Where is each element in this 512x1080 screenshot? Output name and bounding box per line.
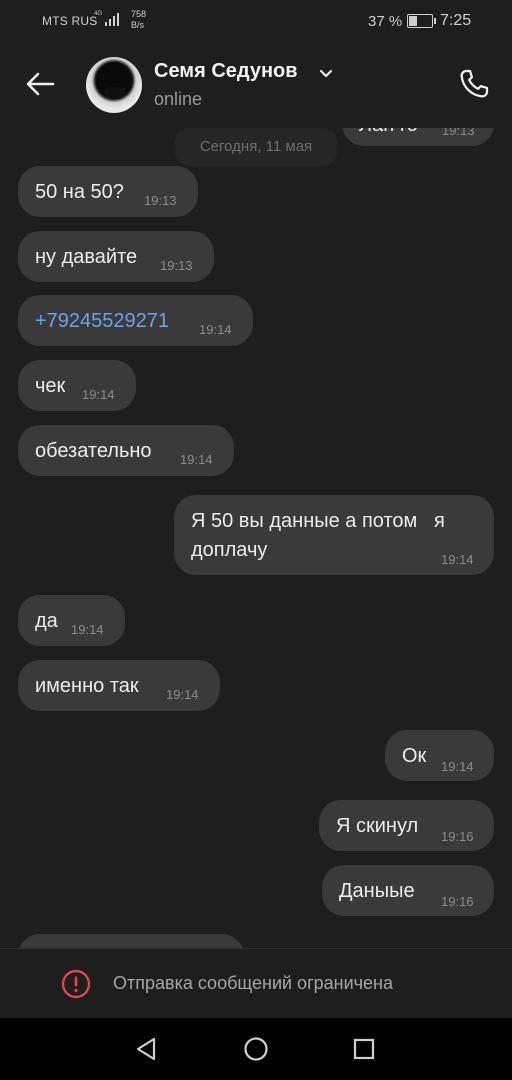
carrier-label: MTS RUS — [42, 14, 98, 28]
message-bubble-incoming[interactable]: ну давайте 19:13 — [18, 231, 214, 282]
contact-status: online — [154, 89, 203, 109]
message-text: обезательно — [35, 440, 152, 462]
triangle-back-icon — [136, 1037, 156, 1061]
message-bubble-incoming[interactable]: да 19:14 — [18, 595, 125, 646]
message-time: 19:16 — [441, 829, 474, 844]
restriction-text: Отправка сообщений ограничена — [113, 973, 393, 993]
message-text: ну давайте — [35, 246, 138, 268]
contact-name[interactable]: Семя Седунов — [154, 60, 298, 83]
message-time: 19:14 — [180, 452, 213, 467]
back-arrow-icon — [26, 72, 55, 96]
battery-percent: 37 % — [368, 13, 403, 30]
message-bubble-incoming[interactable]: именно так 19:14 — [18, 660, 220, 711]
message-time: 19:14 — [82, 387, 115, 402]
status-bar: MTS RUS 4G 758 B/s 37 % 7:25 — [0, 0, 512, 44]
message-bubble-outgoing[interactable]: Я 50 вы данные а потом я доплачу 19:14 — [174, 495, 494, 575]
nav-recents-button[interactable] — [349, 1034, 379, 1064]
message-list[interactable]: Лан го 19:13 Сегодня, 11 мая 50 на 50? 1… — [0, 128, 512, 948]
network-speed-value: 758 — [131, 9, 147, 19]
nav-home-button[interactable] — [241, 1034, 271, 1064]
chevron-down-icon[interactable] — [318, 66, 334, 82]
message-text-line-2: доплачу — [191, 539, 268, 561]
message-time: 19:16 — [441, 894, 474, 909]
clock: 7:25 — [440, 12, 472, 29]
message-text: чек — [35, 375, 66, 397]
square-recents-icon — [353, 1038, 375, 1060]
message-text: да — [35, 610, 58, 632]
message-text-line-1: Я 50 вы данные а потом я — [191, 510, 445, 532]
message-bubble-outgoing[interactable]: Я скинул 19:16 — [319, 800, 494, 851]
message-time: 19:14 — [441, 759, 474, 774]
message-time: 19:13 — [144, 193, 177, 208]
message-time: 19:14 — [71, 622, 104, 637]
message-bubble-outgoing[interactable]: Лан го 19:13 — [342, 128, 494, 146]
network-speed: 758 B/s — [131, 9, 146, 31]
phone-icon — [460, 69, 489, 98]
message-time: 19:13 — [160, 258, 193, 273]
message-bubble-outgoing[interactable]: Даныые 19:16 — [322, 865, 494, 916]
message-text: 50 на 50? — [35, 181, 124, 203]
message-text: Ок — [402, 745, 427, 767]
date-separator: Сегодня, 11 мая — [175, 128, 337, 166]
message-text: Я скинул — [336, 815, 419, 837]
battery-icon — [407, 14, 436, 28]
chat-header: Семя Седунов online — [0, 44, 512, 128]
message-bubble-incoming[interactable]: обезательно 19:14 — [18, 425, 234, 476]
network-type: 4G — [94, 11, 103, 17]
circle-home-icon — [244, 1037, 268, 1061]
message-time: 19:13 — [442, 128, 475, 138]
message-bubble-incoming[interactable]: чек 19:14 — [18, 360, 136, 411]
message-bubble-incoming[interactable]: +79245529271 19:14 — [18, 295, 253, 346]
system-nav-bar — [0, 1018, 512, 1080]
message-bubble-outgoing[interactable]: Ок 19:14 — [385, 730, 494, 781]
call-button[interactable] — [454, 64, 494, 104]
message-bubble-incoming[interactable]: 50 на 50? 19:13 — [18, 166, 198, 217]
back-button[interactable] — [18, 62, 62, 106]
phone-number-link[interactable]: +79245529271 — [35, 310, 169, 333]
messaging-restricted-bar: Отправка сообщений ограничена — [0, 948, 512, 1019]
avatar[interactable] — [86, 57, 142, 113]
message-text: именно так — [35, 675, 139, 697]
message-text: Даныые — [339, 880, 415, 902]
message-time: 19:14 — [166, 687, 199, 702]
warning-circle-icon — [61, 969, 91, 999]
network-speed-unit: B/s — [131, 20, 145, 30]
message-bubble-incoming[interactable] — [18, 934, 244, 948]
nav-back-button[interactable] — [131, 1034, 161, 1064]
message-time: 19:14 — [199, 322, 232, 337]
signal-bars-icon — [105, 13, 119, 26]
message-time: 19:14 — [441, 552, 474, 567]
message-text: Лан го — [359, 128, 418, 137]
